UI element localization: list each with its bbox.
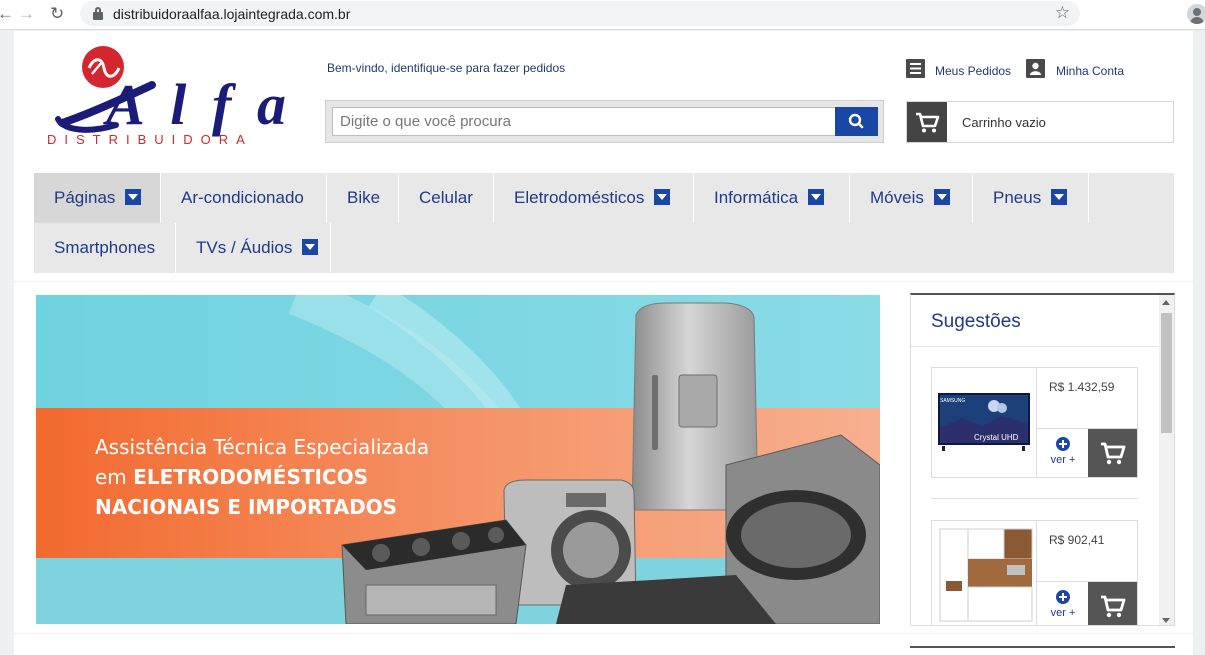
menu-item-moveis[interactable]: Móveis xyxy=(850,173,973,223)
search-input[interactable] xyxy=(332,107,836,136)
user-icon xyxy=(1026,59,1045,78)
view-more-button[interactable]: ver + xyxy=(1038,582,1088,625)
dropdown-arrow-icon xyxy=(933,189,950,206)
cart-icon xyxy=(1101,442,1126,465)
logo-text: Alfa xyxy=(103,72,286,137)
suggestions-title: Sugestões xyxy=(931,311,1021,332)
search-button[interactable] xyxy=(835,107,878,136)
menu-item-eletrodomesticos[interactable]: Eletrodomésticos xyxy=(494,173,694,223)
category-menu: Páginas Ar-condicionado Bike Celular Ele… xyxy=(34,173,1174,273)
login-link[interactable]: para fazer pedidos xyxy=(466,61,565,75)
lock-icon xyxy=(93,7,103,20)
logo-subtext: DISTRIBUIDORA xyxy=(47,132,253,147)
scroll-down-icon[interactable] xyxy=(1162,618,1170,623)
divider xyxy=(14,633,1193,634)
menu-item-pneus[interactable]: Pneus xyxy=(973,173,1089,223)
tv-brand-text: SAMSUNG xyxy=(940,398,965,404)
search-icon xyxy=(848,113,864,129)
forward-arrow-icon[interactable]: → xyxy=(18,4,35,24)
divider xyxy=(14,281,1193,282)
product-card[interactable]: R$ 902,41 ver + xyxy=(931,520,1138,625)
menu-item-ar-condicionado[interactable]: Ar-condicionado xyxy=(161,173,327,223)
product-price: R$ 902,41 xyxy=(1049,533,1105,547)
back-arrow-icon[interactable]: ← xyxy=(0,4,14,24)
view-more-button[interactable]: ver + xyxy=(1038,429,1088,477)
dropdown-arrow-icon xyxy=(125,189,142,206)
cart-icon xyxy=(1101,595,1126,618)
product-image-tv[interactable]: SAMSUNG Crystal UHD xyxy=(932,368,1037,477)
my-orders-label: Meus Pedidos xyxy=(935,64,1012,78)
product-price: R$ 1.432,59 xyxy=(1049,380,1115,394)
dropdown-arrow-icon xyxy=(1051,189,1068,206)
menu-item-paginas[interactable]: Páginas xyxy=(34,173,161,223)
my-account-label: Minha Conta xyxy=(1056,64,1125,78)
welcome-text: Bem-vindo, identifique-se xyxy=(327,61,463,75)
menu-item-tvs-audios[interactable]: TVs / Áudios xyxy=(176,223,331,273)
dropdown-arrow-icon xyxy=(808,189,825,206)
plus-icon xyxy=(1056,437,1070,451)
search-bar xyxy=(325,100,884,143)
store-page: Alfa DISTRIBUIDORA Bem-vindo, identifiqu… xyxy=(14,31,1193,655)
plus-icon xyxy=(1056,590,1070,604)
profile-icon[interactable] xyxy=(1187,4,1205,24)
menu-item-celular[interactable]: Celular xyxy=(399,173,494,223)
cart-widget[interactable]: Carrinho vazio xyxy=(906,101,1174,143)
menu-item-informatica[interactable]: Informática xyxy=(694,173,850,223)
add-to-cart-button[interactable] xyxy=(1088,582,1137,625)
product-card[interactable]: SAMSUNG Crystal UHD R$ 1.432,59 ver + xyxy=(931,367,1138,478)
star-icon[interactable]: ☆ xyxy=(1055,3,1070,23)
divider xyxy=(931,498,1138,499)
divider xyxy=(911,346,1158,347)
product-image-cabinet[interactable] xyxy=(932,521,1037,625)
menu-item-smartphones[interactable]: Smartphones xyxy=(34,223,176,273)
address-bar[interactable]: distribuidoraalfaa.lojaintegrada.com.br … xyxy=(80,1,1080,26)
add-to-cart-button[interactable] xyxy=(1088,429,1137,477)
cart-icon xyxy=(907,102,947,142)
cart-status: Carrinho vazio xyxy=(962,115,1046,130)
orders-list-icon xyxy=(906,59,925,78)
hero-banner[interactable]: Assistência Técnica Especializada em ELE… xyxy=(36,295,880,624)
reload-icon[interactable]: ↻ xyxy=(50,4,64,24)
sidebar-scrollbar[interactable] xyxy=(1159,295,1174,625)
scroll-thumb[interactable] xyxy=(1161,313,1172,433)
suggestions-panel: Sugestões SAMSUNG Crystal UHD R$ 1.432,5… xyxy=(910,293,1175,626)
menu-item-bike[interactable]: Bike xyxy=(327,173,399,223)
url-text: distribuidoraalfaa.lojaintegrada.com.br xyxy=(113,6,351,22)
store-logo[interactable]: Alfa DISTRIBUIDORA xyxy=(44,41,294,151)
dropdown-arrow-icon xyxy=(654,189,671,206)
welcome-message: Bem-vindo, identifique-se para fazer ped… xyxy=(327,61,565,75)
scroll-up-icon[interactable] xyxy=(1162,300,1170,305)
next-panel-edge xyxy=(910,646,1175,655)
banner-headline: Assistência Técnica Especializada em ELE… xyxy=(95,435,430,519)
dropdown-arrow-icon xyxy=(302,239,319,256)
tv-caption-text: Crystal UHD xyxy=(974,433,1019,442)
browser-toolbar: ← → ↻ distribuidoraalfaa.lojaintegrada.c… xyxy=(0,0,1205,30)
